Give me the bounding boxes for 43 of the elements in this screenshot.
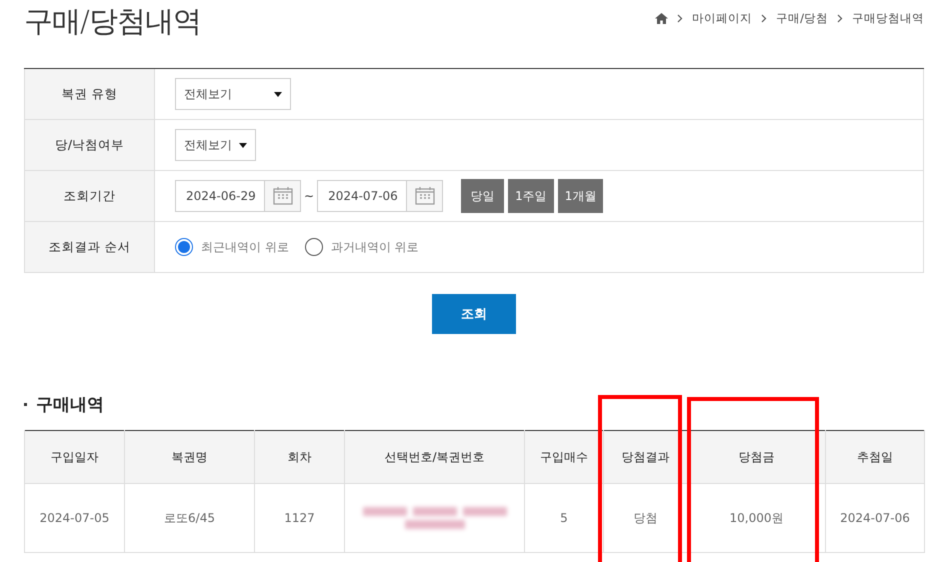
column-header: 당첨결과 <box>604 430 688 484</box>
bullet-icon <box>24 403 27 406</box>
column-header: 구입매수 <box>524 430 604 484</box>
breadcrumb-link[interactable]: 구매당첨내역 <box>852 11 924 26</box>
date-field[interactable]: 2024-07-06 <box>317 180 444 212</box>
field-label: 조회결과 순서 <box>25 222 155 272</box>
column-header: 복권명 <box>124 430 254 484</box>
radio-button[interactable] <box>175 238 193 256</box>
period-button[interactable]: 당일 <box>461 179 504 213</box>
caret-icon <box>239 142 247 148</box>
column-header: 구입일자 <box>24 430 124 484</box>
field-label: 조회기간 <box>25 171 155 221</box>
chevron-icon <box>837 14 843 23</box>
field-label: 복권 유형 <box>25 69 155 119</box>
table-cell: 1127 <box>254 484 344 552</box>
home-icon[interactable] <box>655 13 668 24</box>
page-title: 구매/당첨내역 <box>24 3 201 40</box>
table-cell: 로또6/45 <box>124 484 254 552</box>
chevron-icon <box>761 14 768 23</box>
caret-icon <box>274 92 282 96</box>
table-cell: 2024-07-06 <box>826 484 924 552</box>
column-header: 회차 <box>254 430 344 484</box>
select-dropdown[interactable]: 전체보기 <box>175 129 256 161</box>
date-field[interactable]: 2024-06-29 <box>175 180 301 212</box>
breadcrumb-link[interactable]: 구매/당첨 <box>776 11 828 26</box>
period-button[interactable]: 1주일 <box>508 179 554 213</box>
search-button[interactable]: 조회 <box>432 294 516 334</box>
period-button[interactable]: 1개월 <box>558 179 604 213</box>
range-separator: ~ <box>304 189 314 203</box>
column-header: 추첨일 <box>826 430 924 484</box>
calendar-icon[interactable] <box>414 187 435 205</box>
select-dropdown[interactable]: 전체보기 <box>175 78 291 110</box>
breadcrumb-link[interactable]: 마이페이지 <box>692 11 752 26</box>
table-cell: 5 <box>524 484 604 552</box>
calendar-icon[interactable] <box>272 187 292 205</box>
radio-label[interactable]: 최근내역이 위로 <box>201 238 289 256</box>
field-label: 당/낙첨여부 <box>25 120 155 170</box>
chevron-icon <box>677 14 684 23</box>
radio-button[interactable] <box>304 238 323 256</box>
column-header: 선택번호/복권번호 <box>344 430 524 484</box>
section-title: 구매내역 <box>36 394 104 416</box>
radio-label[interactable]: 과거내역이 위로 <box>330 238 419 256</box>
table-cell: 2024-07-05 <box>24 484 124 552</box>
